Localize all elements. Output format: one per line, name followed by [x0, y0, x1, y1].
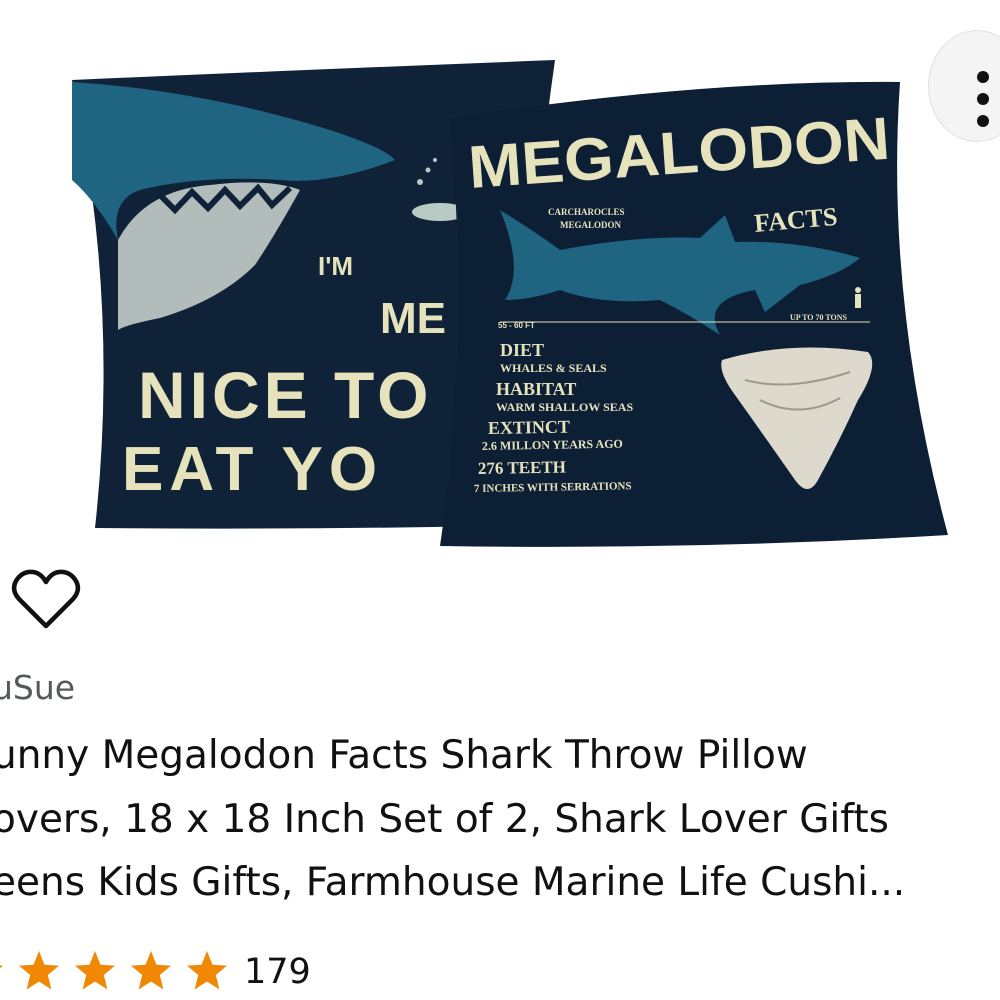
species-line-1: CARCHAROCLES — [548, 207, 625, 217]
star-icon — [131, 951, 171, 990]
wishlist-button[interactable] — [10, 568, 82, 632]
star-icon — [75, 951, 115, 990]
left-pillow-text-2: ME — [380, 294, 446, 343]
product-title-line-1[interactable]: unny Megalodon Facts Shark Throw Pillow — [0, 733, 808, 778]
left-pillow-text-3: NICE TO — [138, 358, 432, 432]
fact-heading-teeth: 276 TEETH — [478, 457, 566, 478]
star-icon — [187, 951, 227, 990]
left-pillow-text-4: EAT YO — [122, 435, 383, 504]
product-image[interactable]: I'M ME NICE TO EAT YO MEGALODON FACTS CA… — [0, 0, 1000, 600]
fact-heading-habitat: HABITAT — [496, 379, 576, 399]
fact-detail-habitat: WARM SHALLOW SEAS — [496, 400, 633, 414]
fact-detail-diet: WHALES & SEALS — [500, 361, 607, 375]
fact-heading-diet: DIET — [500, 340, 544, 360]
left-pillow-text-1: I'M — [318, 251, 353, 281]
more-vertical-icon — [977, 71, 989, 83]
product-title-line-3[interactable]: eens Kids Gifts, Farmhouse Marine Life C… — [0, 860, 905, 905]
weight-label: UP TO 70 TONS — [790, 313, 848, 322]
star-rating[interactable] — [0, 950, 228, 992]
star-icon — [19, 951, 59, 990]
fact-detail-extinct: 2.6 MILLON YEARS AGO — [482, 437, 623, 453]
fact-heading-extinct: EXTINCT — [488, 417, 570, 438]
length-label: 55 - 60 FT — [498, 321, 535, 330]
species-line-2: MEGALODON — [560, 220, 622, 230]
heart-outline-icon — [11, 569, 81, 629]
product-title-line-2[interactable]: overs, 18 x 18 Inch Set of 2, Shark Love… — [0, 797, 889, 842]
star-icon — [0, 951, 3, 990]
brand-link[interactable]: uSue — [0, 668, 75, 707]
review-count[interactable]: 179 — [244, 952, 311, 992]
right-pillow: MEGALODON FACTS CARCHAROCLES MEGALODON 5… — [440, 81, 948, 547]
